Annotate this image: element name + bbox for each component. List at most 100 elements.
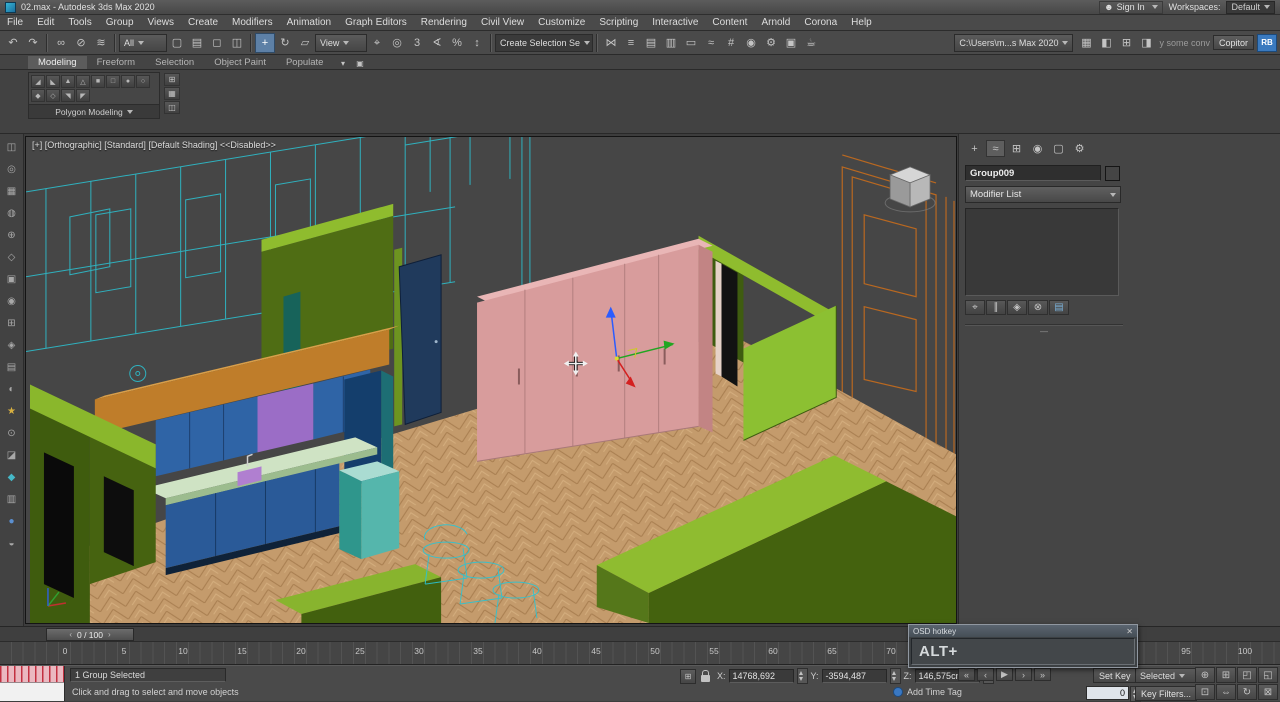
side-tool-14-icon[interactable]: ⊙ bbox=[3, 424, 21, 442]
ribbon-tab-object-paint[interactable]: Object Paint bbox=[204, 56, 276, 69]
time-slider-handle[interactable]: ‹ 0 / 100 › bbox=[46, 628, 134, 641]
select-object-icon[interactable]: ▢ bbox=[167, 33, 187, 53]
set-key-button[interactable]: Set Key bbox=[1093, 668, 1137, 683]
ribbon-tab-freeform[interactable]: Freeform bbox=[87, 56, 146, 69]
ribbon-tab-selection[interactable]: Selection bbox=[145, 56, 204, 69]
menu-corona[interactable]: Corona bbox=[797, 17, 844, 28]
copitor-button[interactable]: Copitor bbox=[1213, 35, 1254, 50]
absolute-mode-toggle-icon[interactable]: ⊞ bbox=[680, 669, 696, 684]
ribbon-tool-icon-7[interactable]: ● bbox=[121, 75, 135, 88]
menu-create[interactable]: Create bbox=[181, 17, 225, 28]
ribbon-tool-icon-3[interactable]: ▲ bbox=[61, 75, 75, 88]
spinner-snap-icon[interactable]: ↕ bbox=[467, 33, 487, 53]
ribbon-tool-icon-10[interactable]: ◇ bbox=[46, 89, 60, 102]
menu-graph-editors[interactable]: Graph Editors bbox=[338, 17, 414, 28]
maximize-viewport-toggle-icon[interactable]: ⊠ bbox=[1258, 684, 1278, 700]
menu-animation[interactable]: Animation bbox=[280, 17, 338, 28]
side-tool-11-icon[interactable]: ▤ bbox=[3, 358, 21, 376]
menu-interactive[interactable]: Interactive bbox=[645, 17, 705, 28]
zoom-all-icon[interactable]: ⊞ bbox=[1216, 667, 1236, 683]
rb-button[interactable]: RB bbox=[1257, 34, 1277, 52]
side-tool-17-icon[interactable]: ▥ bbox=[3, 490, 21, 508]
ribbon-tool-icon-2[interactable]: ◣ bbox=[46, 75, 60, 88]
make-unique-icon[interactable]: ◈ bbox=[1007, 300, 1027, 315]
side-tool-10-icon[interactable]: ◈ bbox=[3, 336, 21, 354]
menu-group[interactable]: Group bbox=[99, 17, 141, 28]
render-setup-icon[interactable]: ⚙ bbox=[761, 32, 781, 52]
unlink-selection-icon[interactable]: ⊘ bbox=[71, 32, 91, 52]
use-pivot-point-icon[interactable]: ⌖ bbox=[367, 33, 387, 53]
ribbon-minimize-icon[interactable]: ▾ bbox=[335, 57, 350, 69]
side-tool-1-icon[interactable]: ◫ bbox=[3, 138, 21, 156]
snaps-toggle-icon[interactable]: 3 bbox=[407, 33, 427, 53]
menu-customize[interactable]: Customize bbox=[531, 17, 592, 28]
workspaces-dropdown[interactable]: Default bbox=[1226, 1, 1275, 14]
ribbon-tool-icon-4[interactable]: △ bbox=[76, 75, 90, 88]
pin-stack-icon[interactable]: ⌖ bbox=[965, 300, 985, 315]
zoom-region-icon[interactable]: ⊡ bbox=[1195, 684, 1215, 700]
ribbon-tool-icon-9[interactable]: ◆ bbox=[31, 89, 45, 102]
viewport-label[interactable]: [+] [Orthographic] [Standard] [Default S… bbox=[32, 140, 276, 150]
add-time-tag[interactable]: Add Time Tag bbox=[893, 687, 962, 697]
toolbar-extra-icon-2[interactable]: ◧ bbox=[1096, 33, 1116, 53]
zoom-icon[interactable]: ⊕ bbox=[1195, 667, 1215, 683]
menu-rendering[interactable]: Rendering bbox=[414, 17, 474, 28]
zoom-extents-icon[interactable]: ◰ bbox=[1237, 667, 1257, 683]
selection-filter-dropdown[interactable]: All bbox=[119, 34, 167, 52]
side-tool-5-icon[interactable]: ⊕ bbox=[3, 226, 21, 244]
y-spinner[interactable] bbox=[890, 668, 901, 684]
ribbon-tool-icon-8[interactable]: ○ bbox=[136, 75, 150, 88]
show-end-result-icon[interactable]: ∥ bbox=[986, 300, 1006, 315]
side-tool-19-icon[interactable]: ◒ bbox=[3, 534, 21, 552]
modifier-list-dropdown[interactable]: Modifier List bbox=[965, 186, 1121, 203]
named-selection-set-dropdown[interactable]: Create Selection Se bbox=[495, 34, 593, 52]
rectangular-selection-icon[interactable]: ◻ bbox=[207, 33, 227, 53]
side-tool-4-icon[interactable]: ◍ bbox=[3, 204, 21, 222]
ribbon-tool-icon-1[interactable]: ◢ bbox=[31, 75, 45, 88]
modifier-stack[interactable] bbox=[965, 208, 1119, 296]
viewport-scene[interactable] bbox=[26, 137, 956, 623]
schematic-view-icon[interactable]: # bbox=[721, 33, 741, 53]
angle-snap-icon[interactable]: ∢ bbox=[427, 32, 447, 52]
ribbon-tool-icon-6[interactable]: □ bbox=[106, 75, 120, 88]
current-frame-field[interactable]: 0 bbox=[1086, 686, 1141, 702]
rendered-frame-icon[interactable]: ▣ bbox=[781, 32, 801, 52]
motion-tab-icon[interactable]: ◉ bbox=[1028, 140, 1047, 157]
menu-modifiers[interactable]: Modifiers bbox=[225, 17, 280, 28]
curve-editor-icon[interactable]: ≈ bbox=[701, 33, 721, 53]
side-tool-8-icon[interactable]: ◉ bbox=[3, 292, 21, 310]
x-coordinate-field[interactable]: 14768,692 bbox=[729, 669, 794, 683]
mini-listener-macro-row[interactable] bbox=[0, 666, 64, 683]
side-tool-9-icon[interactable]: ⊞ bbox=[3, 314, 21, 332]
side-tool-18-icon[interactable]: ● bbox=[3, 512, 21, 530]
menu-arnold[interactable]: Arnold bbox=[754, 17, 797, 28]
go-to-start-icon[interactable]: « bbox=[958, 668, 975, 681]
side-tool-12-icon[interactable]: ◐ bbox=[3, 380, 21, 398]
menu-content[interactable]: Content bbox=[705, 17, 754, 28]
selection-lock-icon[interactable] bbox=[701, 675, 710, 682]
bind-to-space-warp-icon[interactable]: ≋ bbox=[91, 32, 111, 52]
create-tab-icon[interactable]: + bbox=[965, 140, 984, 157]
x-spinner[interactable] bbox=[797, 668, 808, 684]
percent-snap-icon[interactable]: % bbox=[447, 33, 467, 53]
sign-in-button[interactable]: ☻ Sign In bbox=[1099, 1, 1163, 14]
undo-icon[interactable]: ↶ bbox=[3, 33, 23, 53]
scene-explorer-icon[interactable]: ▤ bbox=[641, 32, 661, 52]
zoom-extents-all-icon[interactable]: ◱ bbox=[1258, 667, 1278, 683]
configure-modifier-sets-icon[interactable]: ▤ bbox=[1049, 300, 1069, 315]
ribbon-side-icon-2[interactable]: ▦ bbox=[164, 87, 180, 100]
mirror-icon[interactable]: ⋈ bbox=[601, 32, 621, 52]
layer-explorer-icon[interactable]: ▥ bbox=[661, 32, 681, 52]
menu-edit[interactable]: Edit bbox=[30, 17, 61, 28]
ribbon-tool-icon-5[interactable]: ■ bbox=[91, 75, 105, 88]
ribbon-config-icon[interactable]: ▣ bbox=[352, 57, 367, 69]
select-and-link-icon[interactable]: ∞ bbox=[51, 33, 71, 53]
ribbon-tab-modeling[interactable]: Modeling bbox=[28, 56, 87, 69]
maxscript-mini-listener[interactable] bbox=[0, 666, 65, 701]
side-tool-3-icon[interactable]: ▦ bbox=[3, 182, 21, 200]
play-icon[interactable]: ▶ bbox=[996, 668, 1013, 681]
ribbon-toggle-icon[interactable]: ▭ bbox=[681, 32, 701, 52]
pan-icon[interactable]: ⇔ bbox=[1216, 684, 1236, 700]
window-crossing-icon[interactable]: ◫ bbox=[227, 33, 247, 53]
orbit-icon[interactable]: ↻ bbox=[1237, 684, 1257, 700]
